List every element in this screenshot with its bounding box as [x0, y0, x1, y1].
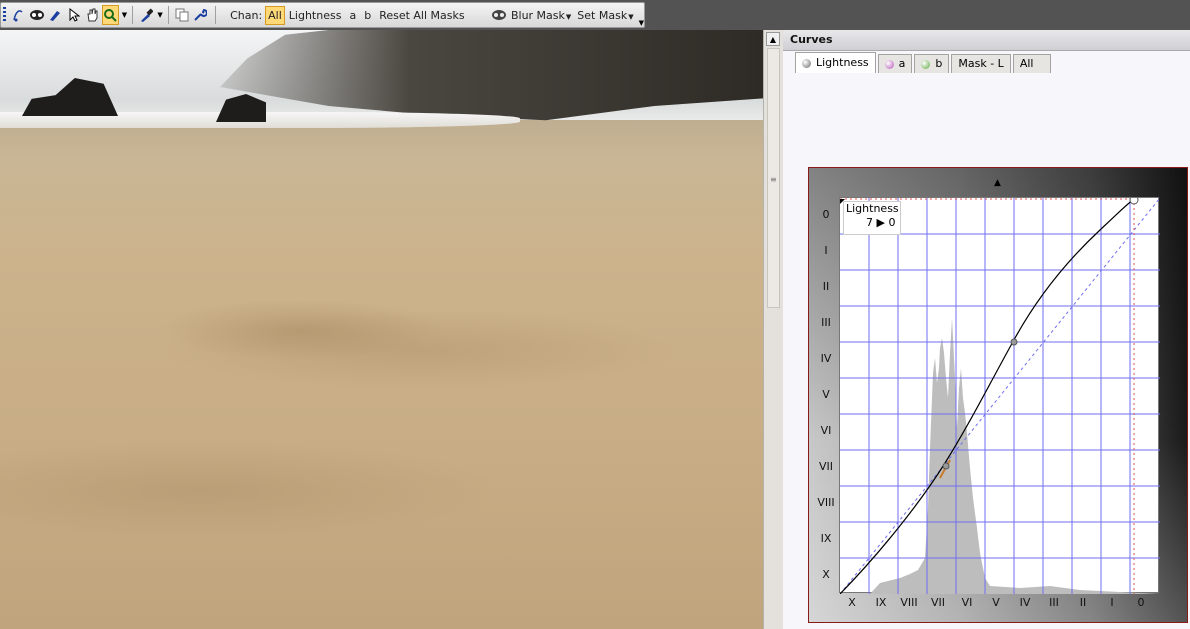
x-tick-label: II	[1079, 596, 1087, 609]
chan-label: Chan:	[230, 8, 263, 22]
chan-a-button[interactable]: a	[349, 9, 356, 22]
reset-all-masks-button[interactable]: Reset All Masks	[379, 9, 464, 22]
set-mask-label: Set Mask	[577, 8, 628, 22]
x-tick-label: III	[1049, 596, 1059, 609]
hand-tool-icon[interactable]	[84, 5, 100, 25]
curve-control-point[interactable]	[942, 462, 950, 470]
x-tick-label: IV	[1019, 596, 1031, 609]
y-tick-label: 0	[822, 208, 830, 221]
tab-label: Mask - L	[958, 57, 1004, 70]
zoom-tool-icon[interactable]	[102, 5, 119, 25]
tab-label: a	[898, 57, 906, 70]
tab-label: All	[1019, 57, 1034, 70]
x-tick-label: 0	[1137, 596, 1145, 609]
a-channel-dot-icon	[884, 59, 894, 69]
toolbar-overflow-icon[interactable]: ▼	[639, 19, 644, 27]
y-tick-label: V	[822, 388, 830, 401]
scroll-up-icon[interactable]: ▲	[766, 32, 780, 46]
tab-all[interactable]: All	[1012, 54, 1051, 73]
x-tick-label: V	[992, 596, 1000, 609]
y-tick-label: VIII	[817, 496, 835, 509]
mask-tool-icon[interactable]	[29, 5, 45, 25]
y-tick-label: VI	[820, 424, 832, 437]
panel-title: Curves	[783, 30, 1190, 51]
curve-svg[interactable]	[840, 198, 1160, 594]
copy-icon[interactable]	[174, 5, 190, 25]
identity-line	[840, 198, 1160, 594]
chan-lightness-button[interactable]: Lightness	[289, 9, 342, 22]
lightness-dot-icon	[802, 58, 811, 68]
curve-readout: Lightness 7 ▶ 0	[843, 201, 901, 235]
y-tick-label: III	[821, 316, 831, 329]
blur-mask-icon	[491, 5, 507, 25]
curves-panel: Curves Lightness a b Mask - L All ▲ 0 I …	[783, 30, 1190, 629]
tab-label: Lightness	[816, 56, 869, 69]
y-tick-label: VII	[818, 460, 833, 473]
set-mask-button[interactable]: Set Mask▼	[577, 9, 633, 22]
chevron-down-icon: ▼	[628, 12, 634, 21]
curves-tabs: Lightness a b Mask - L All	[795, 52, 1053, 73]
curve-tool-icon[interactable]	[10, 5, 26, 25]
pointer-tool-icon[interactable]	[65, 5, 81, 25]
tone-curve	[840, 198, 1135, 594]
toolbar-separator	[167, 6, 169, 24]
y-tick-label: X	[822, 568, 830, 581]
x-tick-label: VII	[930, 596, 945, 609]
chan-b-button[interactable]: b	[364, 9, 371, 22]
toolbar-separator	[215, 6, 217, 24]
x-tick-label: X	[848, 596, 856, 609]
y-tick-label: II	[822, 280, 830, 293]
main-toolbar: ▼ ▼ Chan: All Lightness a b Reset All Ma…	[0, 2, 645, 28]
y-tick-label: IX	[820, 532, 832, 545]
toolbar-separator	[132, 6, 133, 24]
y-tick-label: I	[824, 244, 828, 257]
chan-all-button[interactable]: All	[265, 5, 285, 25]
canvas-scrollbar[interactable]: ▲ ≡	[763, 30, 784, 629]
tab-mask-l[interactable]: Mask - L	[951, 54, 1011, 73]
chevron-down-icon: ▼	[565, 12, 572, 21]
histogram	[870, 318, 1160, 594]
tab-lightness[interactable]: Lightness	[795, 52, 876, 73]
splitter-grip-icon[interactable]: ≡	[770, 175, 777, 184]
curve-graph[interactable]: Lightness 7 ▶ 0	[839, 197, 1160, 594]
curve-endpoint[interactable]	[1129, 198, 1139, 205]
toolbar-grip[interactable]	[3, 7, 7, 23]
curve-control-point[interactable]	[1010, 338, 1018, 346]
readout-channel: Lightness	[846, 202, 899, 215]
blur-mask-button[interactable]: Blur Mask▼	[511, 9, 571, 22]
eyedropper-icon[interactable]	[138, 5, 154, 25]
zoom-dropdown-icon[interactable]: ▼	[122, 11, 127, 19]
readout-value: 7 ▶ 0	[866, 216, 896, 229]
curves-editor[interactable]: ▲ 0 I II III IV V VI VII VIII IX X X IX …	[808, 167, 1188, 623]
tab-label: b	[935, 57, 943, 70]
eyedropper-dropdown-icon[interactable]: ▼	[157, 11, 162, 19]
blur-mask-label: Blur Mask	[510, 8, 565, 22]
tab-a[interactable]: a	[877, 54, 913, 73]
x-tick-label: VIII	[900, 596, 918, 609]
y-tick-label: IV	[820, 352, 832, 365]
brush-tool-icon[interactable]	[47, 5, 63, 25]
wrench-icon[interactable]	[192, 5, 208, 25]
black-point-marker-icon[interactable]: ▲	[994, 178, 1001, 188]
x-tick-label: VI	[961, 596, 973, 609]
x-tick-label: IX	[875, 596, 887, 609]
b-channel-dot-icon	[921, 59, 931, 69]
image-canvas[interactable]	[0, 30, 763, 629]
x-tick-label: I	[1110, 596, 1114, 609]
tab-b[interactable]: b	[914, 54, 950, 73]
